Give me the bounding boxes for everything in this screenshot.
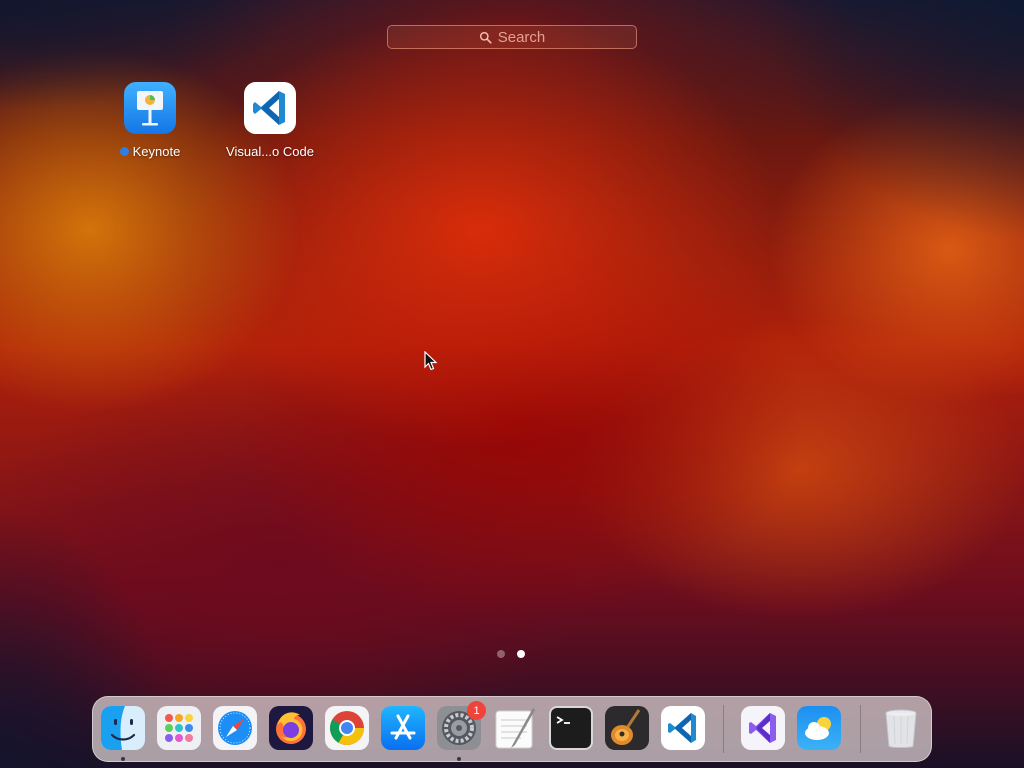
- firefox-icon: [269, 706, 313, 750]
- safari-icon: [213, 706, 257, 750]
- dock-item-chrome[interactable]: [325, 706, 369, 750]
- dock-item-vscode[interactable]: [661, 706, 705, 750]
- dock-item-weather[interactable]: [797, 706, 841, 750]
- weather-icon: [797, 706, 841, 750]
- dock-separator: [723, 705, 724, 753]
- vscode-icon: [244, 82, 296, 134]
- visual-studio-icon: [741, 706, 785, 750]
- running-indicator: [121, 757, 125, 761]
- dock-item-safari[interactable]: [213, 706, 257, 750]
- dock-item-terminal[interactable]: [549, 706, 593, 750]
- notification-badge: 1: [467, 701, 486, 720]
- dock-item-app-store[interactable]: [381, 706, 425, 750]
- new-app-indicator: [119, 147, 129, 156]
- vscode-icon: [661, 706, 705, 750]
- guitar-icon: [605, 706, 649, 750]
- mouse-cursor-icon: [424, 351, 438, 371]
- app-store-icon: [381, 706, 425, 750]
- dock-item-finder[interactable]: [101, 706, 145, 750]
- search-placeholder: Search: [497, 28, 546, 46]
- wallpaper-shade: [764, 0, 1024, 240]
- dock-item-firefox[interactable]: [269, 706, 313, 750]
- launchpad-icon: [157, 706, 201, 750]
- terminal-icon: [549, 706, 593, 750]
- page-indicator: [497, 650, 525, 658]
- search-icon: [479, 31, 492, 44]
- dock-item-visual-studio[interactable]: [741, 706, 785, 750]
- trash-icon: [885, 709, 917, 748]
- page-dot-1[interactable]: [497, 650, 505, 658]
- app-label: Keynote: [132, 144, 181, 159]
- chrome-icon: [325, 706, 369, 750]
- dock-item-garageband[interactable]: [605, 706, 649, 750]
- dock-item-launchpad[interactable]: [157, 706, 201, 750]
- textedit-icon: [495, 708, 535, 749]
- launchpad-app-keynote[interactable]: Keynote: [95, 82, 205, 159]
- running-indicator: [457, 757, 461, 761]
- dock-item-textedit[interactable]: [493, 706, 537, 750]
- page-dot-2-current[interactable]: [517, 650, 525, 658]
- launchpad-app-vscode[interactable]: Visual...o Code: [215, 82, 325, 159]
- dock-separator: [860, 705, 861, 753]
- finder-icon: [101, 706, 145, 750]
- launchpad-search-input[interactable]: Search: [387, 25, 637, 49]
- dock-item-trash[interactable]: [879, 706, 923, 750]
- keynote-icon: [124, 82, 176, 134]
- app-label: Visual...o Code: [226, 144, 314, 159]
